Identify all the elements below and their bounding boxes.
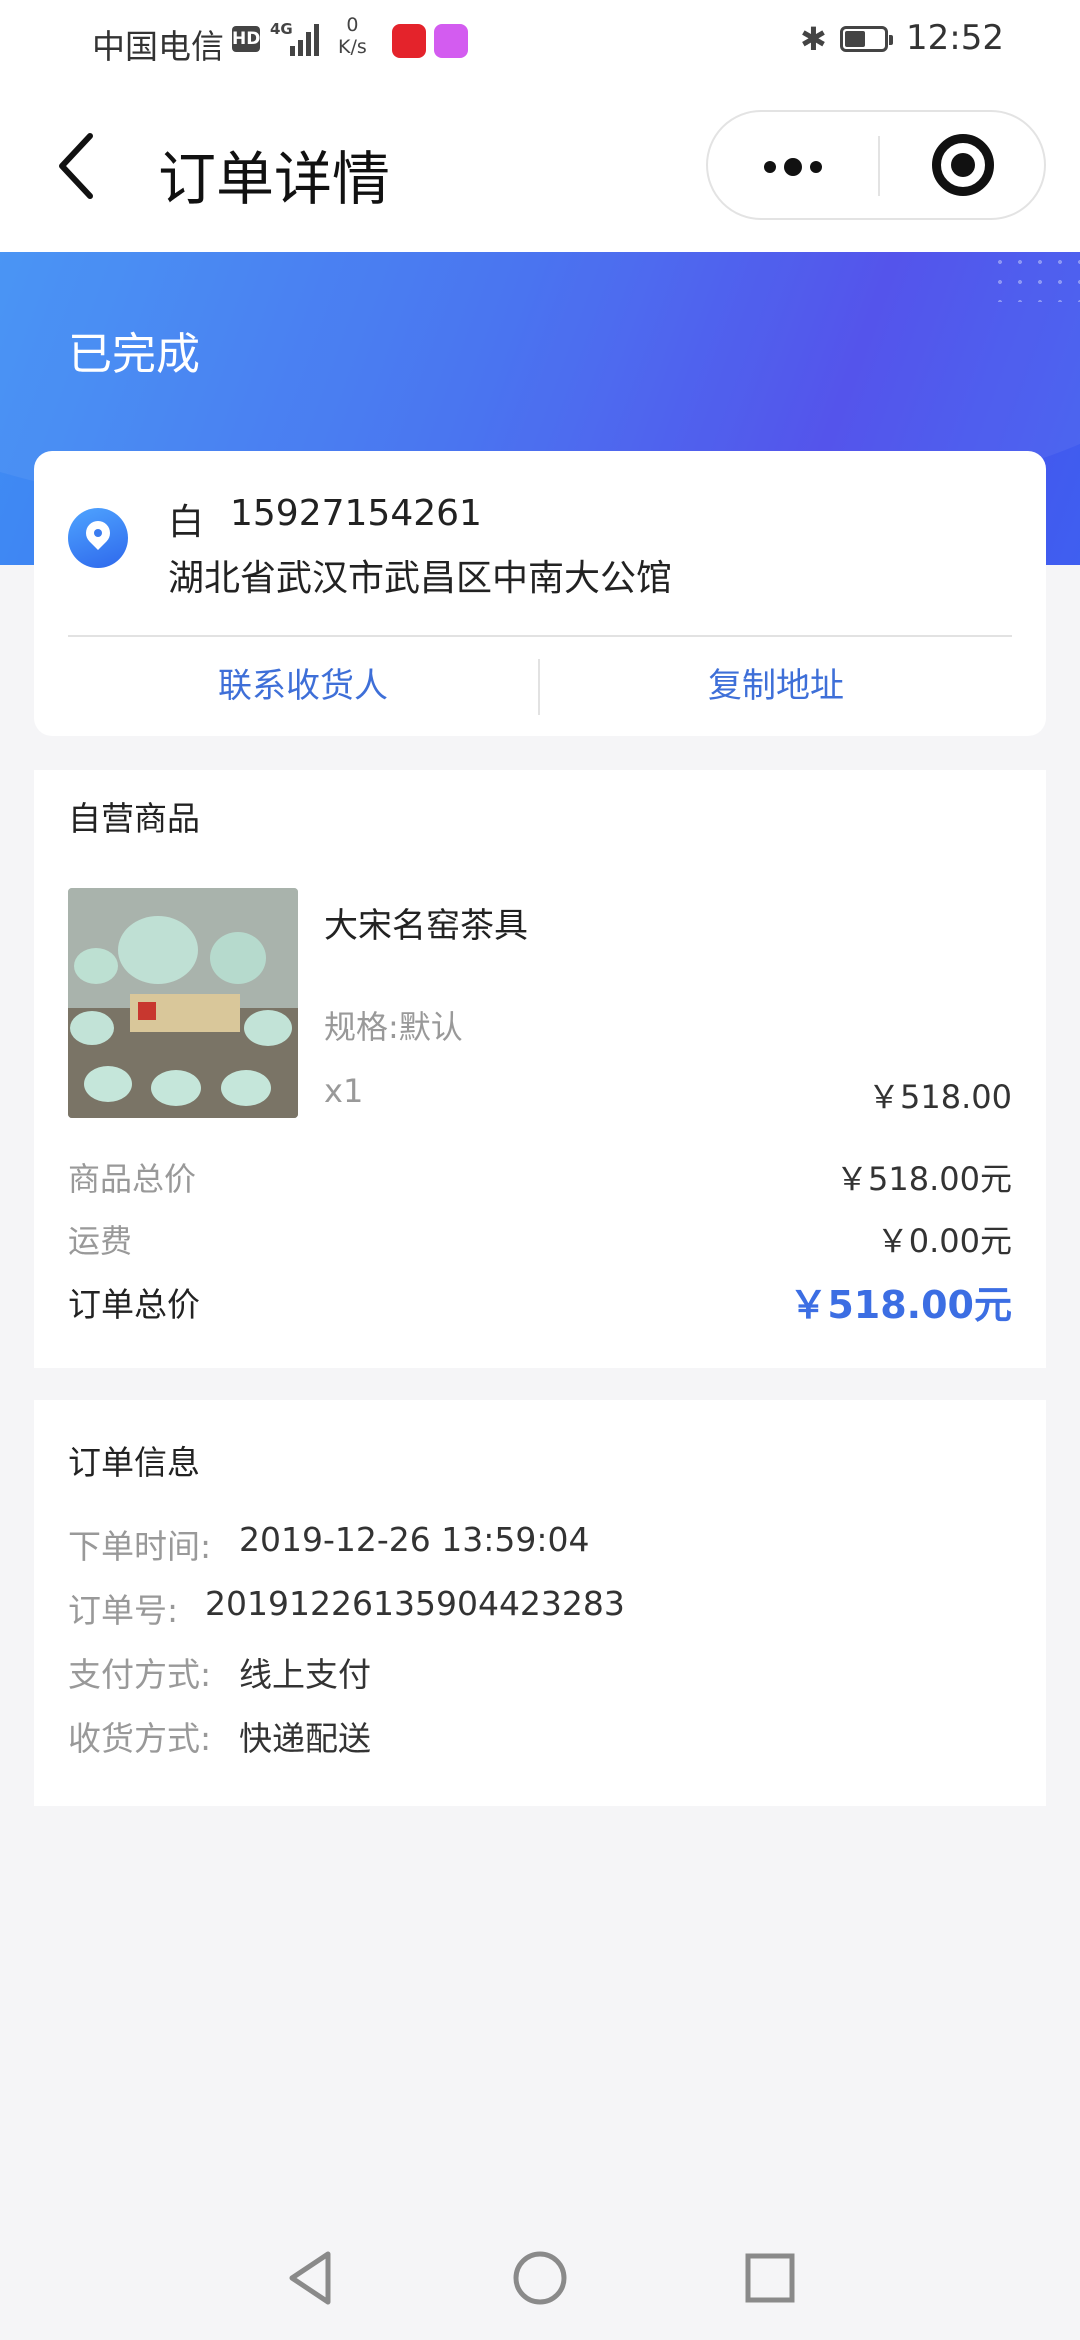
product-quantity: x1: [324, 1072, 364, 1110]
copy-address-button[interactable]: 复制地址: [540, 637, 1012, 736]
location-pin-icon: [68, 508, 128, 568]
system-back-button[interactable]: [280, 2248, 340, 2308]
product-name[interactable]: 大宋名窑茶具: [324, 898, 528, 947]
more-dot-icon: [784, 158, 802, 176]
goods-card: 自营商品 大宋名窑茶具 规格:默认 x1 ￥518.00 商品总价 ￥518.0…: [34, 770, 1046, 1368]
order-number-label: 订单号:: [68, 1591, 179, 1630]
target-dot-icon: [951, 153, 975, 177]
more-dot-icon: [764, 161, 776, 173]
subtotal-value: ￥518.00元: [836, 1160, 1012, 1198]
page-title: 订单详情: [158, 145, 391, 213]
shipping-value: ￥0.00元: [876, 1222, 1012, 1260]
square-recents-icon: [745, 2253, 795, 2303]
order-number-value[interactable]: 20191226135904423283: [205, 1584, 625, 1623]
triangle-back-icon: [289, 2251, 331, 2305]
system-home-button[interactable]: [510, 2248, 570, 2308]
back-button[interactable]: [50, 130, 110, 202]
more-dot-icon: [810, 161, 822, 173]
order-status: 已完成: [68, 329, 200, 380]
payment-method-label: 支付方式:: [68, 1655, 212, 1694]
subtotal-label: 商品总价: [68, 1160, 197, 1198]
goods-section-title: 自营商品: [68, 799, 200, 838]
bluetooth-icon: ✱: [800, 20, 827, 58]
receiver-phone: 15927154261: [230, 493, 482, 534]
battery-icon: [840, 26, 893, 52]
close-miniprogram-button[interactable]: [880, 112, 1046, 218]
system-nav-bar: [0, 2210, 1080, 2340]
order-info-title: 订单信息: [68, 1443, 200, 1482]
total-value: ￥518.00元: [789, 1283, 1012, 1327]
delivery-method-value: 快递配送: [239, 1719, 371, 1758]
order-time-label: 下单时间:: [68, 1527, 212, 1566]
signal-icon: [290, 24, 319, 56]
product-spec: 规格:默认: [324, 1008, 463, 1046]
receiver-name: 白: [168, 502, 205, 543]
system-recents-button[interactable]: [740, 2248, 800, 2308]
order-time-value: 2019-12-26 13:59:04: [239, 1520, 590, 1559]
status-bar: 中国电信 HD 4G 0 K/s ✱ 12:52: [0, 0, 1080, 82]
shipping-label: 运费: [68, 1222, 133, 1260]
order-info-card: 订单信息 下单时间: 2019-12-26 13:59:04 订单号: 2019…: [34, 1400, 1046, 1806]
clock: 12:52: [906, 18, 1004, 58]
contact-receiver-button[interactable]: 联系收货人: [68, 637, 538, 736]
shopping-app-icon: [392, 24, 426, 58]
product-price: ￥518.00: [868, 1078, 1012, 1116]
chevron-left-icon: [59, 133, 93, 199]
circle-home-icon: [513, 2251, 567, 2305]
hd-icon: HD: [232, 26, 260, 52]
chat-app-icon: [434, 24, 468, 58]
banner-dots: [990, 252, 1080, 302]
more-button[interactable]: [708, 112, 878, 218]
product-image[interactable]: [68, 888, 298, 1118]
network-speed: 0 K/s: [338, 14, 367, 58]
delivery-method-label: 收货方式:: [68, 1719, 212, 1758]
miniprogram-capsule: [706, 110, 1046, 220]
total-label: 订单总价: [68, 1285, 200, 1324]
tea-set-image: [68, 888, 298, 1118]
receiver-address: 湖北省武汉市武昌区中南大公馆: [168, 558, 673, 599]
nav-bar: 订单详情: [0, 82, 1080, 252]
address-card: 白 15927154261 湖北省武汉市武昌区中南大公馆 联系收货人 复制地址: [34, 451, 1046, 736]
carrier-name: 中国电信: [92, 27, 224, 66]
payment-method-value: 线上支付: [239, 1655, 371, 1694]
